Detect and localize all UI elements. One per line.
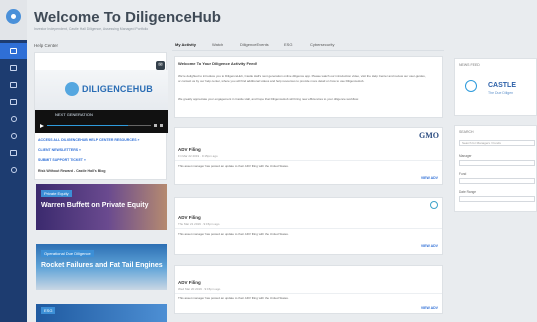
view-adv-link[interactable]: VIEW ADV xyxy=(421,244,438,248)
page-title: Welcome To DiligenceHub xyxy=(34,9,221,26)
page-subtitle: Investor Independent, Castle Hall Dilige… xyxy=(34,27,149,31)
feed-item-title: ADV Filing xyxy=(178,147,201,152)
tab-esg[interactable]: ESG xyxy=(284,42,292,47)
date-range-field[interactable] xyxy=(459,196,535,202)
tab-watch[interactable]: Watch xyxy=(212,42,223,47)
promo-tile[interactable]: Operational Due Diligence Rocket Failure… xyxy=(36,244,167,290)
search-input[interactable]: Search for Managers / Funds xyxy=(459,140,535,146)
castle-logo-icon xyxy=(465,80,477,92)
video-progress[interactable] xyxy=(47,124,151,127)
brand-name: CASTLE xyxy=(488,82,516,89)
help-center-card: ✉ ◷ DILIGENCEHUB NEXT GENERATION ACCESS … xyxy=(34,52,168,180)
promo-tag: Operational Due Diligence xyxy=(41,250,94,257)
volume-icon[interactable] xyxy=(154,124,157,127)
promo-tag: Private Equity xyxy=(41,190,72,197)
welcome-card: Welcome To Your Diligence Activity Feed!… xyxy=(174,56,443,118)
diligencehub-logo-icon xyxy=(65,82,79,96)
fullscreen-icon[interactable] xyxy=(160,124,163,127)
support-ticket-link[interactable]: SUBMIT SUPPORT TICKET » xyxy=(38,158,86,162)
view-adv-link[interactable]: VIEW ADV xyxy=(421,306,438,310)
feed-item-title: ADV Filing xyxy=(178,280,201,285)
fund-field[interactable] xyxy=(459,178,535,184)
car-icon[interactable] xyxy=(0,77,27,93)
feed-item-date: Fri Mar 22 2019 · 9:15pm ago xyxy=(178,154,218,158)
blog-label: Risk Without Reward - Castle Hall's Blog xyxy=(38,169,106,173)
search-label: SEARCH xyxy=(459,130,474,134)
date-range-label: Date Range xyxy=(459,190,477,194)
feed-item-date: Thu Mar 21 2019 · 9:15pm ago xyxy=(178,222,220,226)
settings-icon[interactable] xyxy=(0,128,27,144)
app-logo-icon[interactable] xyxy=(6,9,21,24)
manager-field[interactable] xyxy=(459,160,535,166)
feed-item-divider xyxy=(175,160,442,161)
sidebar-nav xyxy=(0,40,27,322)
chat-icon[interactable]: ✉ xyxy=(156,61,165,70)
search-icon[interactable] xyxy=(0,162,27,178)
welcome-text: We're delighted to introduce you to Dili… xyxy=(178,74,426,83)
promo-tile[interactable]: ESG xyxy=(36,304,167,322)
welcome-text-secondary: We greatly appreciate your engagement in… xyxy=(178,97,359,101)
manager-logo: GMO xyxy=(419,131,439,140)
grid-icon[interactable] xyxy=(0,94,27,110)
promo-tag: ESG xyxy=(41,307,56,314)
view-adv-link[interactable]: VIEW ADV xyxy=(421,176,438,180)
feed-item-text: This asset manager has posted an update … xyxy=(178,296,289,300)
fund-field-label: Fund xyxy=(459,172,467,176)
briefcase-icon[interactable] xyxy=(0,60,27,76)
search-card: SEARCH Search for Managers / Funds Manag… xyxy=(454,125,537,212)
clipboard-icon[interactable] xyxy=(0,145,27,161)
newsletters-link[interactable]: CLIENT NEWSLETTERS » xyxy=(38,148,81,152)
video-caption: NEXT GENERATION xyxy=(55,112,93,117)
manager-field-label: Manager xyxy=(459,154,472,158)
home-icon[interactable] xyxy=(0,43,27,59)
video-brand: DILIGENCEHUB xyxy=(65,82,153,96)
feed-item-text: This asset manager has posted an update … xyxy=(178,164,289,168)
help-resources-link[interactable]: ACCESS ALL DILIGENCEHUB HELP CENTER RESO… xyxy=(38,138,139,142)
feed-item-text: This asset manager has posted an update … xyxy=(178,232,289,236)
manager-logo-icon xyxy=(430,201,438,209)
users-icon[interactable] xyxy=(0,111,27,127)
feed-item-title: ADV Filing xyxy=(178,215,201,220)
news-card[interactable]: NEWS FEED CASTLE The Due Diligen xyxy=(454,58,537,116)
tab-divider xyxy=(172,50,444,51)
tab-diligence-events[interactable]: DiligenceEvents xyxy=(240,42,269,47)
promo-headline: Rocket Failures and Fat Tail Engines xyxy=(41,262,163,269)
tab-cybersecurity[interactable]: Cybersecurity xyxy=(310,42,334,47)
feed-item-date: Wed Mar 20 2019 · 9:15pm ago xyxy=(178,287,221,291)
tab-my-activity[interactable]: My Activity xyxy=(175,42,196,47)
intro-video[interactable]: DILIGENCEHUB NEXT GENERATION xyxy=(35,70,168,133)
brand-tagline: The Due Diligen xyxy=(488,91,514,95)
feed-item: ADV Filing Thu Mar 21 2019 · 9:15pm ago … xyxy=(174,197,443,255)
icon-rail xyxy=(0,0,27,322)
video-controls xyxy=(40,123,163,128)
feed-item-divider xyxy=(175,293,442,294)
promo-headline: Warren Buffett on Private Equity xyxy=(41,202,149,209)
feed-item-divider xyxy=(175,228,442,229)
feed-item: GMO ADV Filing Fri Mar 22 2019 · 9:15pm … xyxy=(174,127,443,185)
promo-tile[interactable]: Private Equity Warren Buffett on Private… xyxy=(36,184,167,230)
play-icon[interactable] xyxy=(40,123,44,128)
feed-tabs: My Activity Watch DiligenceEvents ESG Cy… xyxy=(172,42,444,50)
news-label: NEWS FEED xyxy=(459,63,480,67)
welcome-title: Welcome To Your Diligence Activity Feed! xyxy=(178,61,258,66)
feed-item: ADV Filing Wed Mar 20 2019 · 9:15pm ago … xyxy=(174,265,443,314)
help-center-label: Help Center xyxy=(34,43,59,48)
